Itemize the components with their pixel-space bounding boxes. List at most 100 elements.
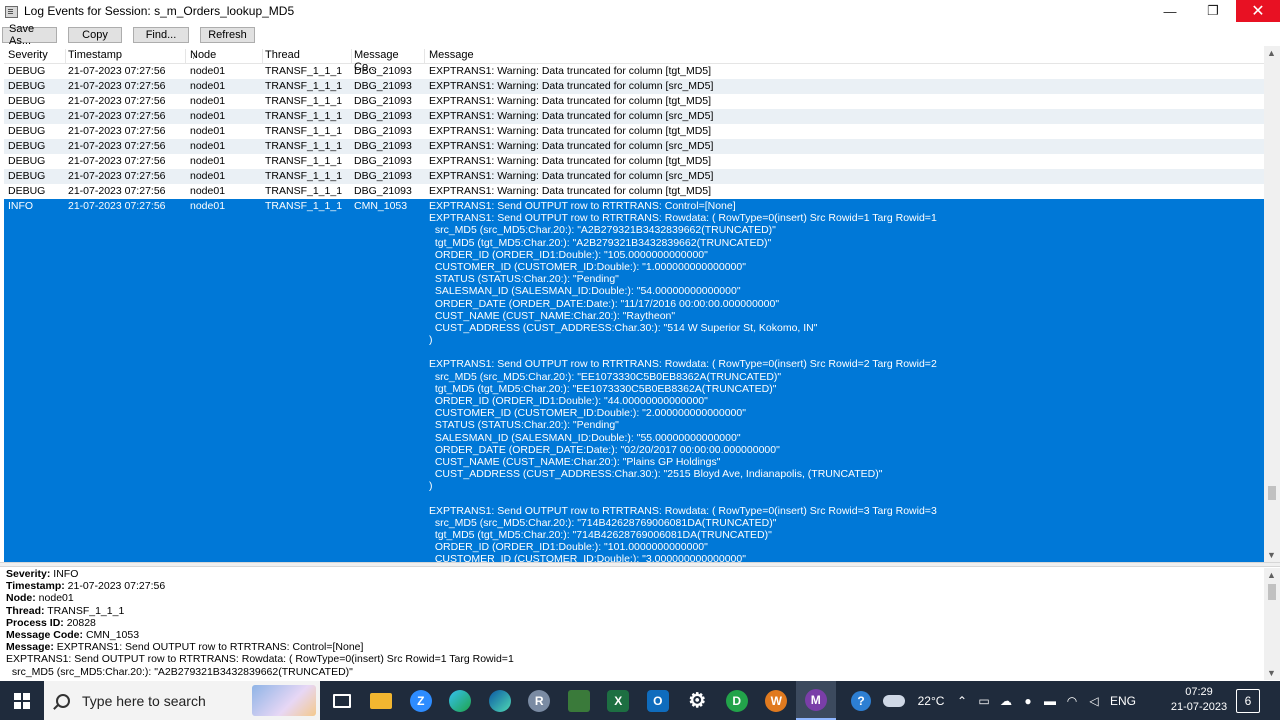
save-as-button[interactable]: Save As... (2, 23, 57, 47)
row-severity: DEBUG (8, 110, 46, 122)
detail-extra-line: src_MD5 (src_MD5:Char.20:): "A2B279321B3… (6, 665, 353, 678)
log-row[interactable]: DEBUG 21-07-2023 07:27:56 node01 TRANSF_… (4, 139, 1264, 154)
file-explorer-icon[interactable] (362, 681, 402, 720)
row-code: DBG_21093 (354, 110, 412, 122)
log-row[interactable]: DEBUG 21-07-2023 07:27:56 node01 TRANSF_… (4, 79, 1264, 94)
row-node: node01 (190, 110, 226, 122)
log-row[interactable]: DEBUG 21-07-2023 07:27:56 node01 TRANSF_… (4, 64, 1264, 79)
message-line: ORDER_ID (ORDER_ID1:Double:): "44.000000… (429, 395, 708, 407)
temperature[interactable]: 22°C (911, 681, 951, 720)
window-title: Log Events for Session: s_m_Orders_looku… (24, 4, 295, 18)
show-hidden-icons-icon[interactable]: ⌃ (951, 681, 973, 720)
scroll-thumb[interactable] (1268, 584, 1276, 600)
help-icon[interactable]: ? (845, 681, 877, 720)
message-line: CUSTOMER_ID (CUSTOMER_ID:Double:): "1.00… (429, 260, 746, 273)
message-line (429, 346, 937, 358)
edge-icon[interactable] (441, 681, 481, 720)
message-line (429, 493, 937, 505)
row-message: EXPTRANS1: Warning: Data truncated for c… (429, 140, 714, 152)
start-button[interactable] (0, 681, 44, 720)
scroll-down-icon[interactable]: ▼ (1267, 668, 1276, 678)
log-row[interactable]: DEBUG 21-07-2023 07:27:56 node01 TRANSF_… (4, 109, 1264, 124)
workflow-monitor-icon[interactable]: M (796, 681, 836, 720)
log-row[interactable]: DEBUG 21-07-2023 07:27:56 node01 TRANSF_… (4, 124, 1264, 139)
column-header-node[interactable]: Node (190, 49, 263, 63)
taskbar-apps: Z R X O ⚙ D W M (322, 681, 836, 720)
log-row[interactable]: DEBUG 21-07-2023 07:27:56 node01 TRANSF_… (4, 154, 1264, 169)
excel-icon[interactable]: X (599, 681, 639, 720)
message-line: EXPTRANS1: Send OUTPUT row to RTRTRANS: … (429, 200, 736, 212)
row-thread: TRANSF_1_1_1 (265, 185, 343, 197)
outlook-icon[interactable]: O (638, 681, 678, 720)
selected-log-row[interactable]: INFO 21-07-2023 07:27:56 node01 TRANSF_1… (4, 199, 1264, 562)
message-line: ORDER_ID (ORDER_ID1:Double:): "101.00000… (429, 541, 708, 554)
row-code: DBG_21093 (354, 155, 412, 167)
detail-timestamp: Timestamp: 21-07-2023 07:27:56 (6, 580, 1262, 592)
input-language[interactable]: ENG (1105, 681, 1141, 720)
scroll-thumb[interactable] (1268, 486, 1276, 500)
zoom-icon[interactable]: Z (401, 681, 441, 720)
row-timestamp: 21-07-2023 07:27:56 (68, 170, 166, 182)
clock-time: 07:29 (1185, 686, 1213, 698)
wifi-icon[interactable]: ◠ (1061, 681, 1083, 720)
row-severity: DEBUG (8, 155, 46, 167)
row-message: EXPTRANS1: Warning: Data truncated for c… (429, 110, 714, 122)
close-button[interactable]: ✕ (1236, 0, 1280, 22)
row-thread: TRANSF_1_1_1 (265, 170, 343, 182)
message-line: ORDER_DATE (ORDER_DATE:Date:): "02/20/20… (429, 443, 780, 456)
row-severity: DEBUG (8, 170, 46, 182)
screen-recorder-icon[interactable] (559, 681, 599, 720)
detail-pid-label: Process ID: (6, 616, 64, 629)
column-header-thread[interactable]: Thread (265, 49, 352, 63)
log-row[interactable]: DEBUG 21-07-2023 07:27:56 node01 TRANSF_… (4, 94, 1264, 109)
settings-gear-icon[interactable]: ⚙ (678, 681, 718, 720)
r-studio-icon[interactable]: R (520, 681, 560, 720)
detail-process-id: Process ID: 20828 (6, 617, 1262, 629)
row-node: node01 (190, 155, 226, 167)
minimize-button[interactable]: — (1150, 0, 1190, 22)
pane-splitter[interactable] (0, 562, 1280, 567)
log-row[interactable]: DEBUG 21-07-2023 07:27:56 node01 TRANSF_… (4, 184, 1264, 199)
event-detail-pane[interactable]: Severity: INFO Timestamp: 21-07-2023 07:… (6, 568, 1262, 680)
copy-button[interactable]: Copy (68, 27, 122, 43)
row-timestamp: 21-07-2023 07:27:56 (68, 80, 166, 92)
row-message: EXPTRANS1: Warning: Data truncated for c… (429, 155, 712, 167)
scroll-down-icon[interactable]: ▼ (1267, 550, 1276, 560)
column-header-message[interactable]: Message (429, 49, 1259, 63)
task-view-icon[interactable] (322, 681, 362, 720)
log-row[interactable]: DEBUG 21-07-2023 07:27:56 node01 TRANSF_… (4, 169, 1264, 184)
column-header-timestamp[interactable]: Timestamp / (68, 49, 196, 63)
row-code: DBG_21093 (354, 65, 412, 77)
row-node: node01 (190, 185, 226, 197)
onedrive-cloud-icon[interactable]: ☁ (995, 681, 1017, 720)
taskbar-search[interactable]: Type here to search (44, 681, 320, 720)
row-message: EXPTRANS1: Warning: Data truncated for c… (429, 170, 714, 182)
restore-button[interactable]: ❐ (1193, 0, 1233, 22)
designer-icon[interactable]: D (717, 681, 757, 720)
row-code: DBG_21093 (354, 80, 412, 92)
workflow-manager-icon[interactable]: W (757, 681, 797, 720)
row-node: node01 (190, 140, 226, 152)
meet-now-icon[interactable]: ▭ (973, 681, 995, 720)
volume-icon[interactable]: ◁ (1083, 681, 1105, 720)
scroll-up-icon[interactable]: ▲ (1267, 48, 1276, 58)
column-header-timestamp-label: Timestamp (68, 49, 122, 61)
battery-icon[interactable]: ▬ (1039, 681, 1061, 720)
refresh-button[interactable]: Refresh (200, 27, 255, 43)
list-header: Severity Timestamp / Node Thread Message… (4, 46, 1264, 73)
clock[interactable]: 07:29 21-07-2023 (1168, 685, 1230, 715)
row-timestamp: 21-07-2023 07:27:56 (68, 125, 166, 137)
detail-scrollbar[interactable]: ▲ ▼ (1264, 568, 1280, 680)
row-thread: TRANSF_1_1_1 (265, 110, 343, 122)
find-button[interactable]: Find... (133, 27, 189, 43)
log-event-list[interactable]: Severity Timestamp / Node Thread Message… (4, 46, 1264, 562)
microphone-icon[interactable]: ● (1017, 681, 1039, 720)
edge-dev-icon[interactable] (480, 681, 520, 720)
column-header-message-code[interactable]: Message Co... (354, 49, 425, 73)
scroll-up-icon[interactable]: ▲ (1267, 570, 1276, 580)
weather-cloud-icon[interactable] (877, 681, 911, 720)
column-header-severity[interactable]: Severity (8, 49, 66, 63)
list-scrollbar[interactable]: ▲ ▼ (1264, 46, 1280, 562)
row-severity: DEBUG (8, 95, 46, 107)
notification-center-icon[interactable]: 6 (1236, 689, 1260, 713)
